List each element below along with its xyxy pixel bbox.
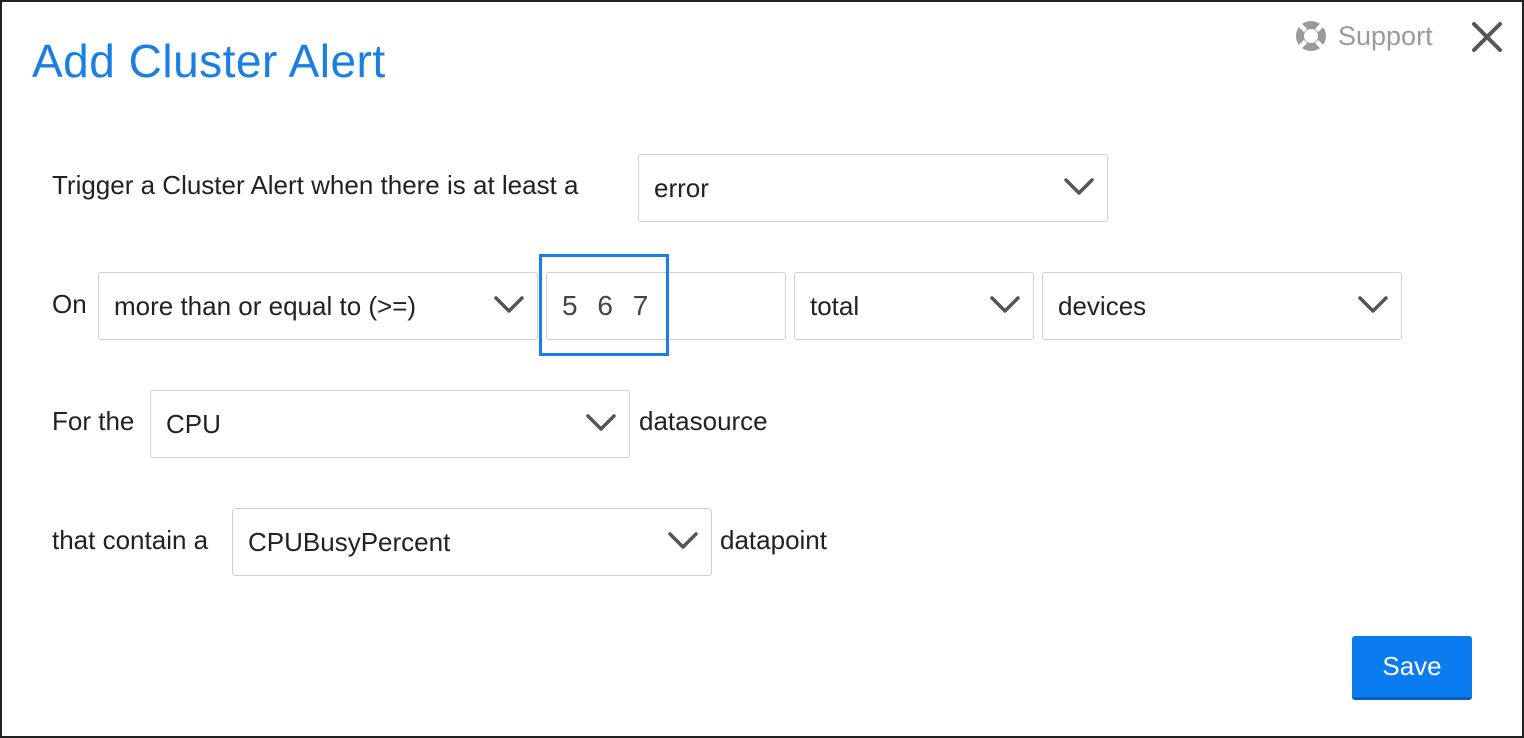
- unit-value: devices: [1058, 290, 1147, 321]
- chevron-down-icon: [1358, 296, 1388, 313]
- row4-label: that contain a: [52, 525, 209, 555]
- comparison-select[interactable]: more than or equal to (>=): [98, 272, 538, 340]
- datapoint-select[interactable]: CPUBusyPercent: [232, 508, 712, 576]
- datasource-suffix: datasource: [639, 406, 768, 436]
- add-cluster-alert-dialog: Add Cluster Alert Support Trigger a Clus…: [0, 0, 1524, 738]
- scope-select[interactable]: total: [794, 272, 1034, 340]
- datapoint-value: CPUBusyPercent: [248, 526, 451, 557]
- comparison-value: more than or equal to (>=): [114, 290, 417, 321]
- threshold-value: 5 6 7: [562, 290, 655, 321]
- row3-label: For the: [52, 406, 135, 436]
- datasource-value: CPU: [166, 408, 221, 439]
- support-link[interactable]: Support: [1294, 18, 1433, 54]
- lifebuoy-icon: [1296, 21, 1326, 51]
- threshold-input[interactable]: 5 6 7: [546, 272, 786, 340]
- chevron-down-icon: [668, 532, 698, 549]
- chevron-down-icon: [586, 414, 616, 431]
- row1-label: Trigger a Cluster Alert when there is at…: [52, 170, 579, 200]
- unit-select[interactable]: devices: [1042, 272, 1402, 340]
- severity-value: error: [654, 172, 709, 203]
- dialog-title: Add Cluster Alert: [32, 35, 386, 87]
- chevron-down-icon: [494, 296, 524, 313]
- scope-value: total: [810, 290, 860, 321]
- severity-select[interactable]: error: [638, 154, 1108, 222]
- datasource-select[interactable]: CPU: [150, 390, 630, 458]
- save-button[interactable]: Save: [1352, 636, 1472, 700]
- row2-label: On: [52, 289, 87, 319]
- chevron-down-icon: [1064, 178, 1094, 195]
- chevron-down-icon: [990, 296, 1020, 313]
- close-icon: [1472, 22, 1502, 52]
- datapoint-suffix: datapoint: [720, 525, 827, 555]
- close-button[interactable]: [1470, 20, 1504, 54]
- support-label: Support: [1338, 20, 1433, 51]
